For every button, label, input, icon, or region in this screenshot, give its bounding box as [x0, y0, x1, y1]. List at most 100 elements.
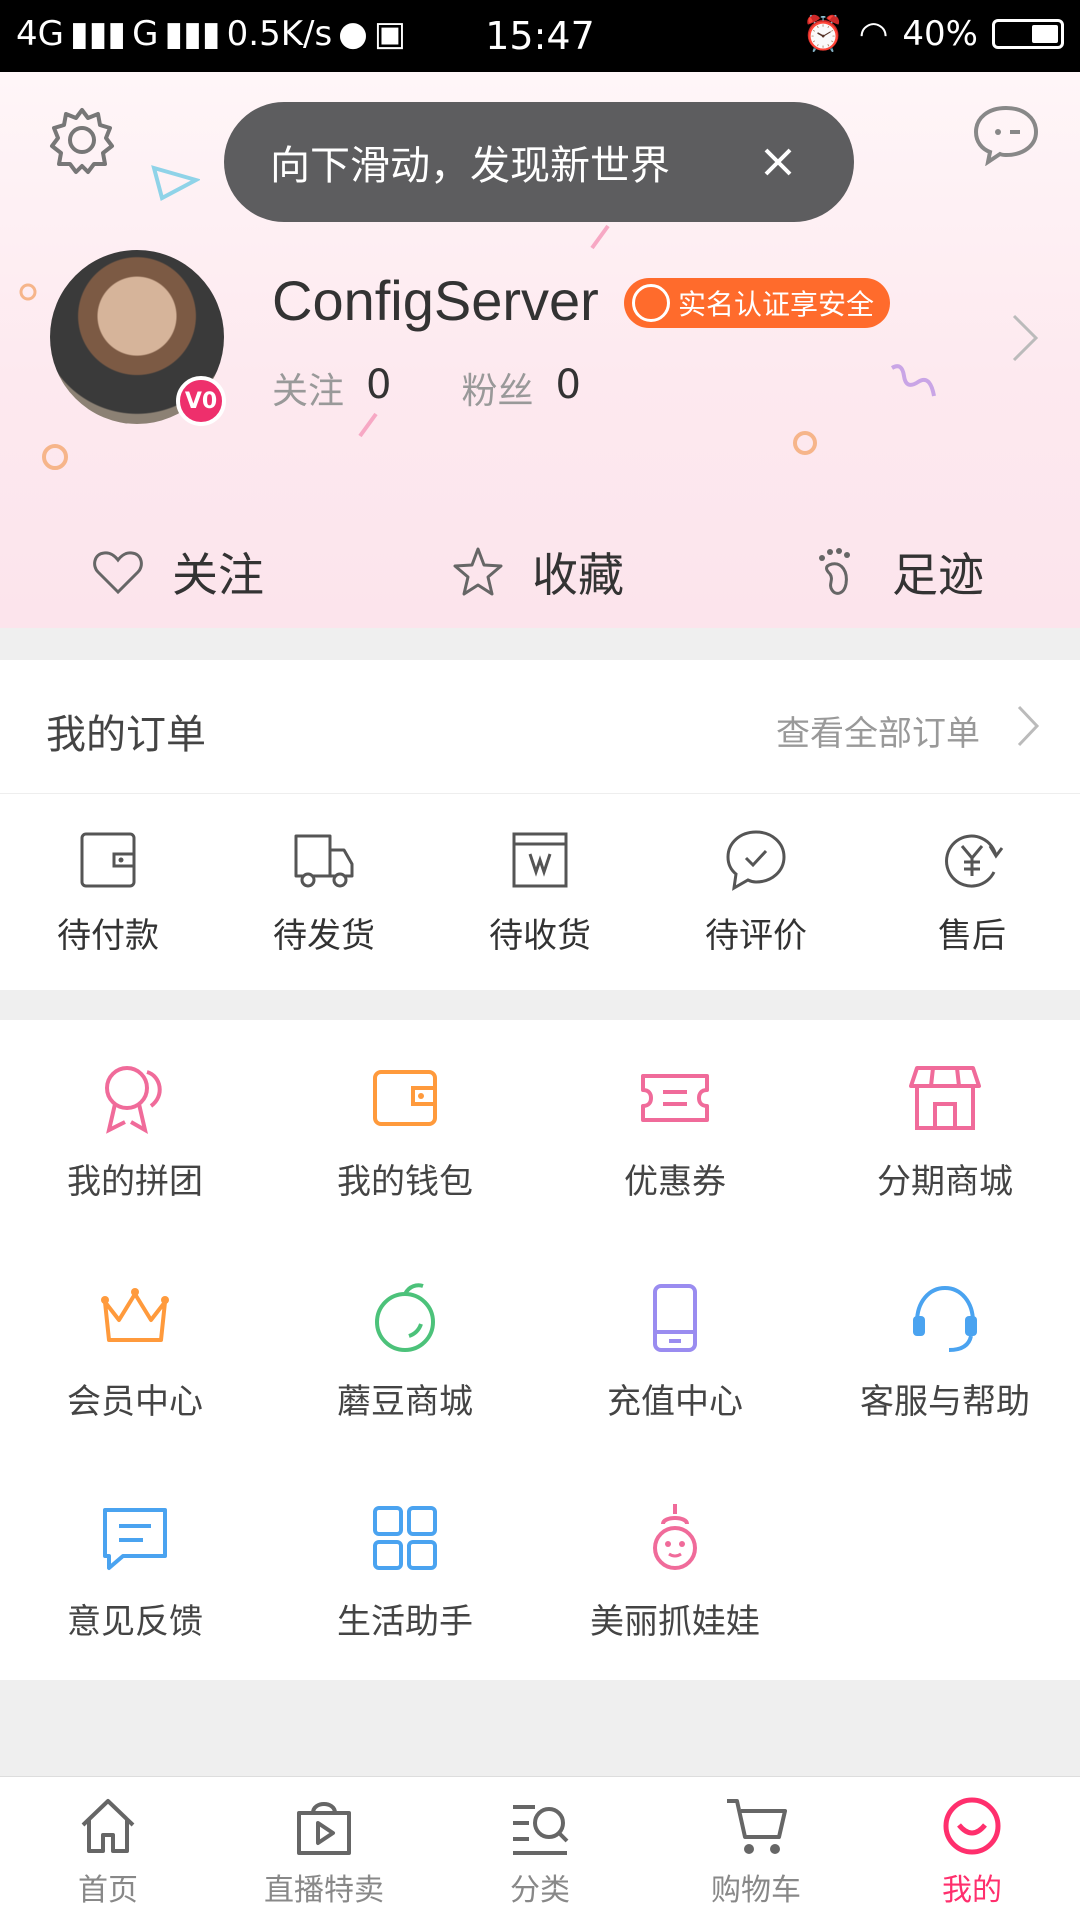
service-label: 美丽抓娃娃 [590, 1602, 760, 1642]
fans-count[interactable]: 0 [555, 362, 580, 414]
chevron-right-icon[interactable] [1016, 704, 1040, 748]
heart-icon [93, 551, 143, 595]
category-search-icon [513, 1805, 569, 1855]
order-after-sales[interactable]: 售后 [864, 794, 1080, 990]
status-bar: 4G ▮▮▮ G ▮▮▮ 0.5K/s ● ▣ 15:47 ⏰ ◠ 40% [0, 0, 1080, 72]
service-claw-machine[interactable]: 美丽抓娃娃 [540, 1498, 810, 1678]
service-life-assistant[interactable]: 生活助手 [270, 1498, 540, 1678]
vip-level-badge: V0 [176, 376, 226, 426]
quick-link-follow[interactable]: 关注 [90, 532, 264, 612]
order-item-label: 待评价 [705, 916, 807, 956]
crown-icon [101, 1288, 169, 1342]
service-customer-help[interactable]: 客服与帮助 [810, 1278, 1080, 1458]
star-icon [453, 547, 503, 596]
service-label: 我的钱包 [337, 1162, 473, 1202]
package-icon [512, 832, 568, 888]
tab-category[interactable]: 分类 [432, 1777, 648, 1920]
service-label: 优惠券 [624, 1162, 726, 1202]
order-item-label: 待发货 [273, 916, 375, 956]
grid-icon [373, 1506, 437, 1570]
wallet-icon [373, 1070, 437, 1126]
service-label: 充值中心 [607, 1382, 743, 1422]
bottom-tab-bar: 首页 直播特卖 分类 购物车 我的 [0, 1776, 1080, 1920]
feedback-icon [103, 1508, 167, 1570]
order-status-row: 待付款 待发货 待收货 待评价 售后 [0, 794, 1080, 990]
circle-decoration [19, 283, 37, 301]
footprint-icon [819, 548, 850, 595]
tab-label: 购物车 [711, 1873, 801, 1908]
wifi-icon: ◠ [858, 14, 889, 54]
service-label: 分期商城 [877, 1162, 1013, 1202]
message-chat-icon[interactable] [970, 102, 1042, 166]
orders-title: 我的订单 [46, 712, 206, 758]
tab-mine[interactable]: 我的 [864, 1777, 1080, 1920]
group-icon [105, 1066, 162, 1135]
service-label: 会员中心 [67, 1382, 203, 1422]
username: ConfigServer [272, 269, 599, 332]
bean-icon [375, 1283, 435, 1352]
quick-link-favorites[interactable]: 收藏 [450, 532, 624, 612]
service-label: 我的拼团 [67, 1162, 203, 1202]
wallet-icon [80, 832, 136, 888]
tab-live-sale[interactable]: 直播特卖 [216, 1777, 432, 1920]
section-divider [0, 628, 1080, 660]
service-recharge-center[interactable]: 充值中心 [540, 1278, 810, 1458]
service-bean-mall[interactable]: 蘑豆商城 [270, 1278, 540, 1458]
close-icon[interactable] [758, 142, 798, 182]
tab-label: 我的 [942, 1873, 1002, 1908]
section-divider [0, 1680, 1080, 1776]
tab-cart[interactable]: 购物车 [648, 1777, 864, 1920]
line-decoration [590, 224, 610, 250]
store-icon [909, 1066, 981, 1130]
triangle-decoration [151, 165, 200, 201]
order-pending-payment[interactable]: 待付款 [0, 794, 216, 990]
my-orders-header[interactable]: 我的订单 查看全部订单 [0, 660, 1080, 794]
claw-doll-icon [653, 1504, 697, 1570]
quick-link-footprints[interactable]: 足迹 [810, 532, 984, 612]
phone-icon [653, 1284, 697, 1352]
coupon-icon [641, 1074, 709, 1122]
order-item-label: 待付款 [57, 916, 159, 956]
settings-gear-icon[interactable] [46, 104, 118, 176]
tab-home[interactable]: 首页 [0, 1777, 216, 1920]
service-label: 生活助手 [337, 1602, 473, 1642]
following-label[interactable]: 关注 [272, 362, 344, 414]
service-feedback[interactable]: 意见反馈 [0, 1498, 270, 1678]
service-installment-mall[interactable]: 分期商城 [810, 1058, 1080, 1238]
view-all-orders-link[interactable]: 查看全部订单 [776, 706, 980, 755]
follow-stats: 关注 0 粉丝 0 [272, 362, 651, 414]
circle-decoration [793, 431, 817, 455]
following-count[interactable]: 0 [366, 362, 391, 414]
quick-link-label: 关注 [172, 548, 264, 602]
scroll-hint-toast: 向下滑动，发现新世界 [224, 102, 854, 222]
order-pending-review[interactable]: 待评价 [648, 794, 864, 990]
quick-link-label: 收藏 [532, 548, 624, 602]
service-coupons[interactable]: 优惠券 [540, 1058, 810, 1238]
toast-text: 向下滑动，发现新世界 [270, 143, 670, 189]
live-bag-icon [297, 1802, 351, 1855]
smile-icon [943, 1797, 1001, 1855]
tab-label: 直播特卖 [264, 1873, 384, 1908]
service-member-center[interactable]: 会员中心 [0, 1278, 270, 1458]
service-label: 客服与帮助 [860, 1382, 1030, 1422]
yen-icon [945, 834, 1004, 888]
circle-decoration [42, 444, 68, 470]
quick-link-label: 足迹 [892, 548, 984, 602]
headset-icon [913, 1285, 977, 1352]
fans-label[interactable]: 粉丝 [461, 362, 533, 414]
service-my-group[interactable]: 我的拼团 [0, 1058, 270, 1238]
cart-icon [727, 1799, 787, 1854]
truck-icon [294, 834, 354, 888]
real-name-verify-badge[interactable]: 实名认证享安全 [624, 278, 891, 328]
tab-label: 首页 [78, 1873, 138, 1908]
battery-percent: 40% [902, 14, 978, 54]
order-item-label: 待收货 [489, 916, 591, 956]
tab-label: 分类 [510, 1873, 570, 1908]
user-icon [632, 284, 670, 322]
order-pending-receipt[interactable]: 待收货 [432, 794, 648, 990]
service-my-wallet[interactable]: 我的钱包 [270, 1058, 540, 1238]
verify-badge-text: 实名认证享安全 [678, 288, 875, 321]
services-grid: 我的拼团 我的钱包 优惠券 分期商城 会员中心 蘑豆商城 充值中心 客服与帮助 … [0, 1020, 1080, 1680]
chevron-right-icon[interactable] [1010, 312, 1040, 364]
order-pending-shipment[interactable]: 待发货 [216, 794, 432, 990]
